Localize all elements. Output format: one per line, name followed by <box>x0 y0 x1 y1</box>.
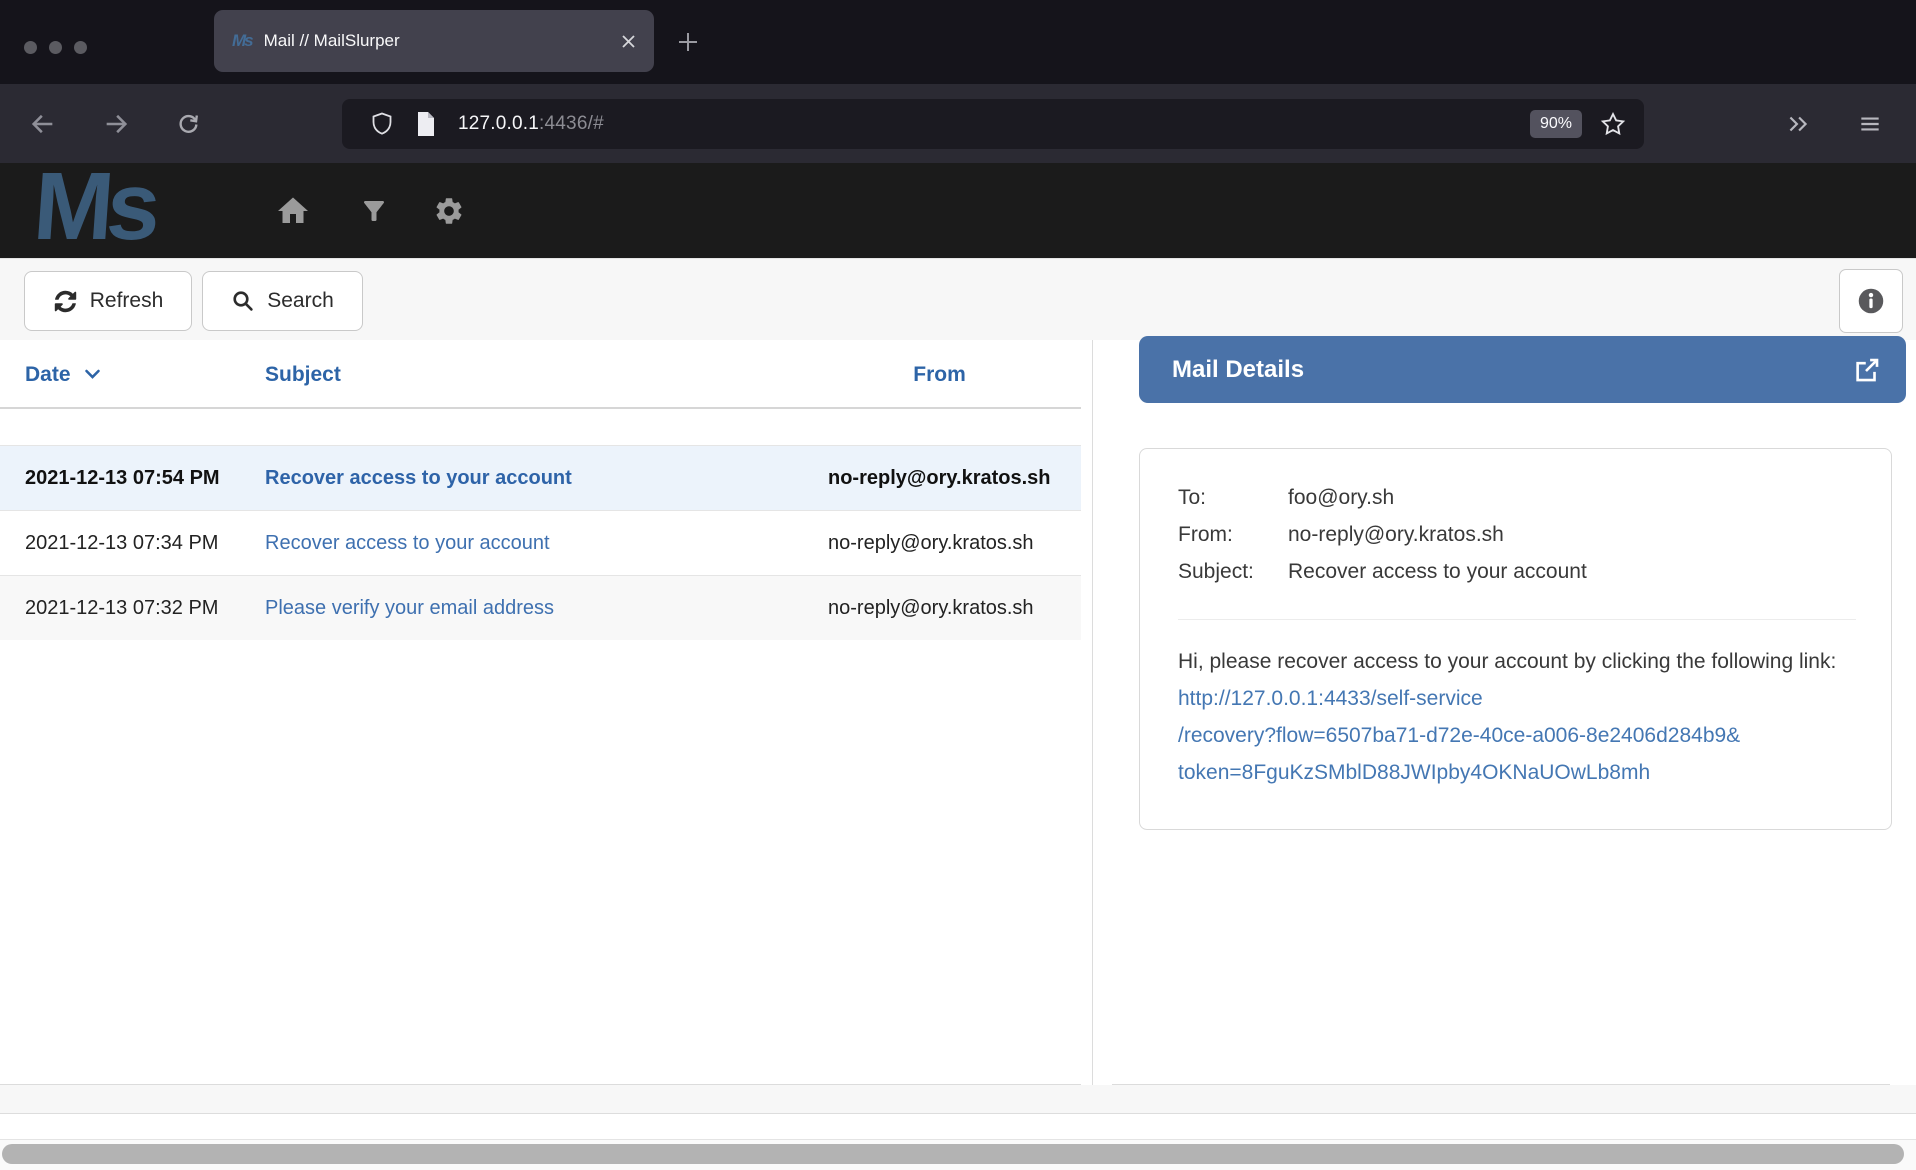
table-row[interactable]: 2021-12-13 07:54 PM Recover access to yo… <box>0 445 1081 510</box>
browser-tab-strip: Ms Mail // MailSlurper <box>0 0 1916 84</box>
info-icon <box>1857 287 1885 315</box>
window-dot[interactable] <box>74 41 87 54</box>
url-host: 127.0.0.1 <box>458 113 539 134</box>
url-text[interactable]: 127.0.0.1:4436/# <box>458 113 1530 135</box>
sort-descending-icon <box>84 368 101 381</box>
search-button-label: Search <box>267 289 334 313</box>
refresh-icon <box>53 289 78 314</box>
row-from: no-reply@ory.kratos.sh <box>820 460 1059 496</box>
row-from: no-reply@ory.kratos.sh <box>820 525 1059 561</box>
info-button[interactable] <box>1839 269 1903 333</box>
field-subject-label: Subject: <box>1178 553 1288 590</box>
mail-details-card: To: foo@ory.sh From: no-reply@ory.kratos… <box>1139 448 1892 830</box>
field-subject-value: Recover access to your account <box>1288 553 1587 590</box>
refresh-button[interactable]: Refresh <box>24 271 192 331</box>
tab-close-icon[interactable] <box>621 34 636 49</box>
mail-list-header: Date Subject From <box>0 340 1081 409</box>
forward-button[interactable] <box>100 108 132 140</box>
page-icon[interactable] <box>416 111 436 137</box>
filter-icon[interactable] <box>352 163 396 258</box>
refresh-button-label: Refresh <box>90 289 164 313</box>
app-navbar: Ms <box>0 163 1916 258</box>
recovery-link[interactable]: /recovery?flow=6507ba71-d72e-40ce-a006-8… <box>1178 717 1740 754</box>
field-from-value: no-reply@ory.kratos.sh <box>1288 516 1504 553</box>
search-icon <box>231 289 255 313</box>
row-date: 2021-12-13 07:34 PM <box>0 525 240 561</box>
window-dot[interactable] <box>24 41 37 54</box>
scrollbar-thumb[interactable] <box>2 1144 1904 1164</box>
shield-icon[interactable] <box>370 111 394 137</box>
app-toolbar: Refresh Search <box>0 258 1916 340</box>
home-icon[interactable] <box>271 163 315 258</box>
url-path: :4436/# <box>539 113 604 134</box>
mail-list-panel: Date Subject From 2021-12-13 07:54 PM Re… <box>0 340 1081 1085</box>
row-subject-link[interactable]: Recover access to your account <box>265 467 572 489</box>
field-from-label: From: <box>1178 516 1288 553</box>
horizontal-scrollbar[interactable] <box>0 1139 1916 1170</box>
back-button[interactable] <box>27 108 59 140</box>
row-subject-link[interactable]: Recover access to your account <box>265 532 550 554</box>
recovery-link[interactable]: http://127.0.0.1:4433/self-service <box>1178 680 1483 717</box>
tab-favicon: Ms <box>232 31 252 51</box>
search-button[interactable]: Search <box>202 271 363 331</box>
open-external-icon[interactable] <box>1852 355 1882 385</box>
row-date: 2021-12-13 07:32 PM <box>0 590 240 626</box>
field-to-label: To: <box>1178 479 1288 516</box>
window-controls[interactable] <box>24 41 87 54</box>
mailslurper-logo[interactable]: Ms <box>31 159 157 254</box>
column-header-subject[interactable]: Subject <box>240 363 820 387</box>
mail-body-text: Hi, please recover access to your accoun… <box>1178 650 1836 673</box>
new-tab-button[interactable] <box>672 26 704 58</box>
window-dot[interactable] <box>49 41 62 54</box>
column-header-from[interactable]: From <box>820 363 1059 387</box>
field-subject: Subject: Recover access to your account <box>1178 553 1856 590</box>
field-to-value: foo@ory.sh <box>1288 479 1394 516</box>
footer-divider <box>0 1113 1916 1114</box>
recovery-link[interactable]: token=8FguKzSMblD88JWIpby4OKNaUOwLb8mh <box>1178 754 1650 791</box>
menu-hamburger-icon[interactable] <box>1854 108 1886 140</box>
field-from: From: no-reply@ory.kratos.sh <box>1178 516 1856 553</box>
table-row[interactable]: 2021-12-13 07:32 PM Please verify your e… <box>0 575 1081 640</box>
card-divider <box>1178 619 1856 620</box>
browser-toolbar: 127.0.0.1:4436/# 90% <box>0 84 1916 163</box>
column-header-date[interactable]: Date <box>0 363 240 387</box>
field-to: To: foo@ory.sh <box>1178 479 1856 516</box>
settings-gear-icon[interactable] <box>427 163 471 258</box>
zoom-level-badge[interactable]: 90% <box>1530 110 1582 138</box>
bookmark-star-icon[interactable] <box>1600 111 1626 137</box>
browser-tab[interactable]: Ms Mail // MailSlurper <box>214 10 654 72</box>
page-footer-strip <box>0 1085 1916 1113</box>
mail-body: Hi, please recover access to your accoun… <box>1178 643 1856 791</box>
row-subject-link[interactable]: Please verify your email address <box>265 597 554 619</box>
tab-title: Mail // MailSlurper <box>264 31 611 51</box>
panel-divider <box>1092 340 1093 1113</box>
row-from: no-reply@ory.kratos.sh <box>820 590 1059 626</box>
mail-details-title: Mail Details <box>1172 356 1852 384</box>
url-bar[interactable]: 127.0.0.1:4436/# 90% <box>342 99 1644 149</box>
overflow-chevrons-icon[interactable] <box>1782 108 1814 140</box>
mail-rows: 2021-12-13 07:54 PM Recover access to yo… <box>0 445 1081 640</box>
reload-button[interactable] <box>172 108 204 140</box>
table-row[interactable]: 2021-12-13 07:34 PM Recover access to yo… <box>0 510 1081 575</box>
mail-details-header: Mail Details <box>1139 336 1906 403</box>
row-date: 2021-12-13 07:54 PM <box>0 460 240 496</box>
